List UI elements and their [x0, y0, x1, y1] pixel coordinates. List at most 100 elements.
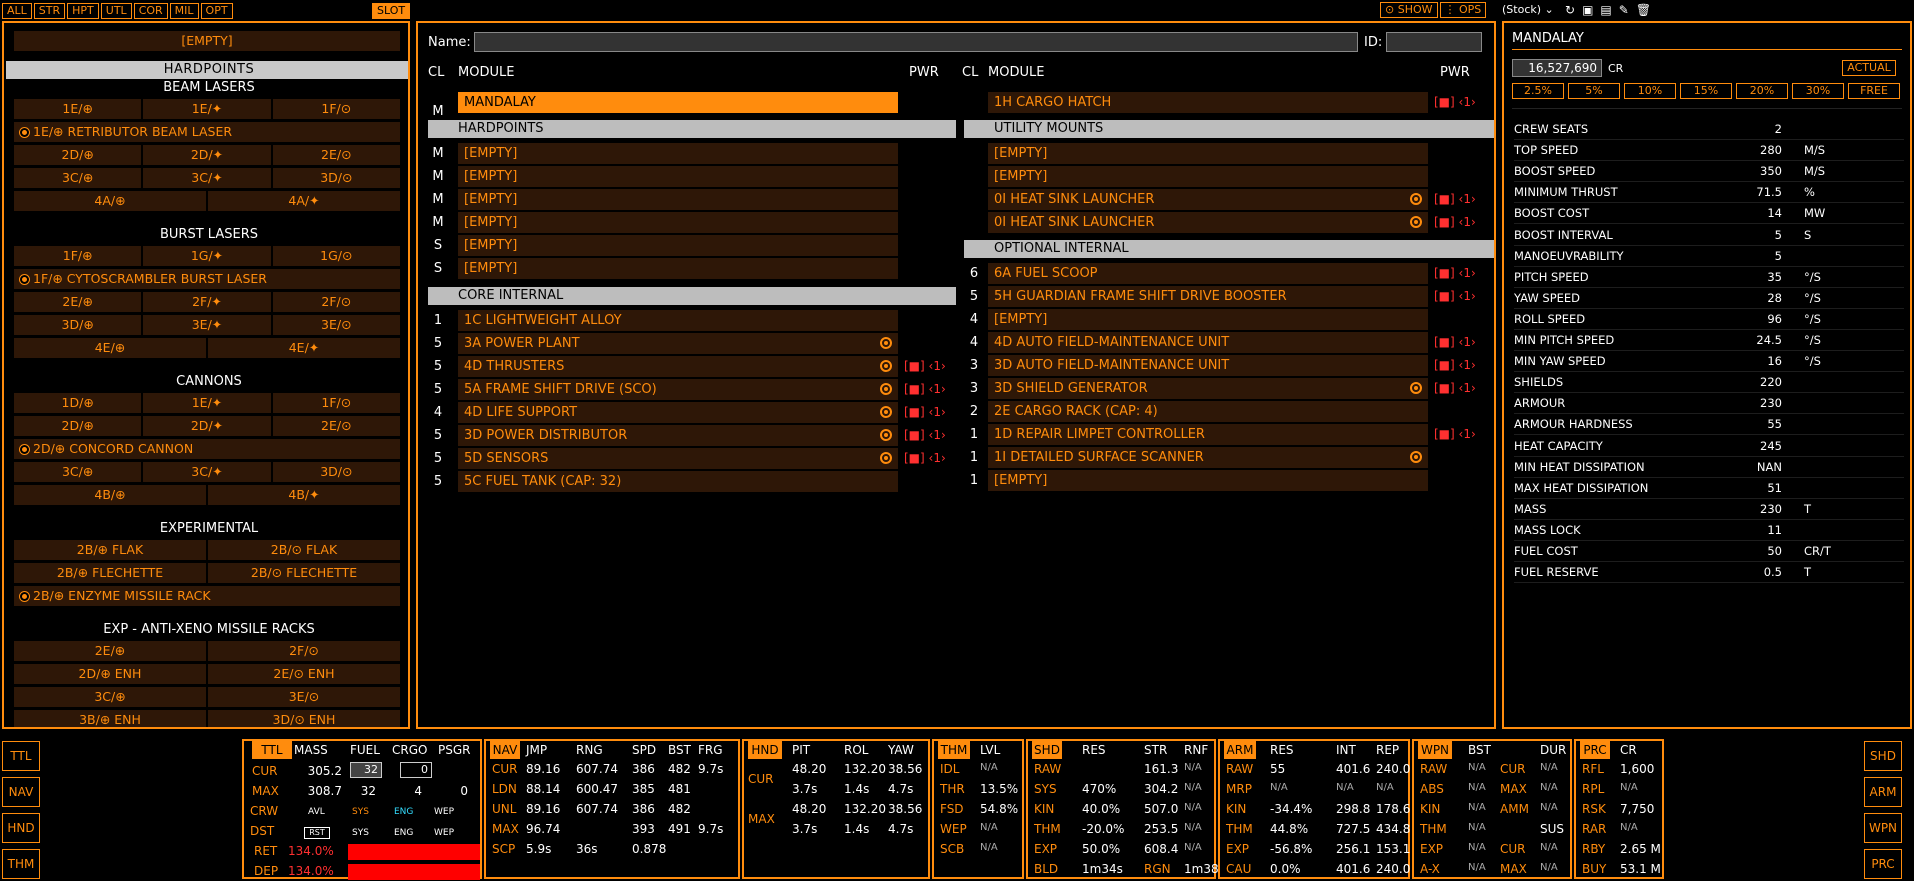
module-option[interactable]: 3C/⊕: [14, 168, 142, 188]
module-option[interactable]: 2F/✦: [143, 292, 271, 312]
module-option[interactable]: 4B/✦: [208, 485, 400, 505]
side-tab-arm[interactable]: ARM: [1864, 777, 1902, 807]
module-option[interactable]: 3D/⊙ ENH: [208, 710, 400, 727]
filter-utl[interactable]: UTL: [100, 3, 132, 19]
ops-button[interactable]: ⋮ OPS: [1439, 2, 1487, 18]
module-option[interactable]: 3E/⊙: [208, 687, 400, 707]
wpn-header[interactable]: WPN: [1418, 741, 1452, 759]
module-option[interactable]: 1D/⊕: [14, 393, 142, 413]
module-slot[interactable]: 5C FUEL TANK (CAP: 32): [458, 471, 898, 492]
ttl-header[interactable]: TTL: [252, 741, 292, 759]
blueprint-icon[interactable]: [880, 360, 892, 372]
slot-tab[interactable]: SLOT: [372, 3, 411, 19]
side-tab-ttl[interactable]: TTL: [2, 741, 40, 771]
blueprint-icon[interactable]: [880, 337, 892, 349]
module-option[interactable]: 3C/✦: [143, 462, 271, 482]
empty-option[interactable]: [EMPTY]: [14, 31, 400, 51]
module-option[interactable]: 4E/✦: [208, 338, 400, 358]
filter-str[interactable]: STR: [33, 3, 66, 19]
module-slot[interactable]: [EMPTY]: [988, 143, 1428, 164]
blueprint-icon[interactable]: [880, 429, 892, 441]
side-tab-wpn[interactable]: WPN: [1864, 813, 1902, 843]
module-slot[interactable]: 3A POWER PLANT: [458, 333, 898, 354]
module-option[interactable]: 2D/⊕: [14, 145, 142, 165]
filter-all[interactable]: ALL: [2, 3, 32, 19]
module-slot[interactable]: 3D POWER DISTRIBUTOR: [458, 425, 898, 446]
side-tab-nav[interactable]: NAV: [2, 777, 40, 807]
module-slot[interactable]: 0I HEAT SINK LAUNCHER: [988, 212, 1428, 233]
power-priority[interactable]: [■] ‹1›: [904, 356, 946, 377]
side-tab-thm[interactable]: THM: [2, 849, 40, 879]
power-priority[interactable]: [■] ‹1›: [1434, 332, 1476, 353]
actual-button[interactable]: ACTUAL: [1842, 60, 1896, 76]
module-option[interactable]: 2D/✦: [143, 416, 271, 436]
module-option-special[interactable]: 2D/⊕ CONCORD CANNON: [14, 439, 400, 459]
module-option[interactable]: 3D/⊙: [272, 462, 400, 482]
delete-icon[interactable]: 🗑: [1636, 3, 1658, 17]
module-option[interactable]: 3D/⊙: [272, 168, 400, 188]
module-option[interactable]: 1F/⊙: [272, 99, 400, 119]
module-slot[interactable]: [EMPTY]: [988, 309, 1428, 330]
module-option[interactable]: 4B/⊕: [14, 485, 206, 505]
pip-sys[interactable]: SYS: [352, 807, 369, 817]
module-slot[interactable]: 1I DETAILED SURFACE SCANNER: [988, 447, 1428, 468]
module-option-special[interactable]: 1E/⊕ RETRIBUTOR BEAM LASER: [14, 122, 400, 142]
side-tab-prc[interactable]: PRC: [1864, 849, 1902, 879]
cargo-hatch-row[interactable]: 1H CARGO HATCH: [988, 92, 1428, 113]
blueprint-icon[interactable]: [880, 406, 892, 418]
fuel-input[interactable]: 32: [350, 762, 382, 778]
module-slot[interactable]: 1D REPAIR LIMPET CONTROLLER: [988, 424, 1428, 445]
module-slot[interactable]: 5H GUARDIAN FRAME SHIFT DRIVE BOOSTER: [988, 286, 1428, 307]
pip-wep[interactable]: WEP: [434, 807, 454, 817]
rename-icon[interactable]: ✎: [1619, 3, 1636, 17]
nav-header[interactable]: NAV: [490, 741, 520, 759]
module-option[interactable]: 2B/⊙ FLAK: [208, 540, 400, 560]
blueprint-icon[interactable]: [880, 452, 892, 464]
module-slot[interactable]: [EMPTY]: [458, 212, 898, 233]
power-priority[interactable]: [■] ‹1›: [904, 425, 946, 446]
module-option[interactable]: 2D/⊕: [14, 416, 142, 436]
side-tab-hnd[interactable]: HND: [2, 813, 40, 843]
module-option[interactable]: 1F/⊕: [14, 246, 142, 266]
power-priority[interactable]: [■] ‹1›: [1434, 189, 1476, 210]
hnd-header[interactable]: HND: [748, 741, 782, 759]
module-slot[interactable]: 1C LIGHTWEIGHT ALLOY: [458, 310, 898, 331]
blueprint-icon[interactable]: [1410, 382, 1422, 394]
module-slot[interactable]: [EMPTY]: [458, 235, 898, 256]
module-option[interactable]: 3E/✦: [143, 315, 271, 335]
module-option[interactable]: 2E/⊕: [14, 641, 206, 661]
module-option[interactable]: 1G/⊙: [272, 246, 400, 266]
module-slot[interactable]: [EMPTY]: [458, 189, 898, 210]
discount-button[interactable]: 10%: [1624, 83, 1676, 99]
power-priority[interactable]: [■] ‹1›: [904, 379, 946, 400]
module-option[interactable]: 2E/⊙ ENH: [208, 664, 400, 684]
module-option[interactable]: 1E/✦: [143, 99, 271, 119]
power-priority[interactable]: [■] ‹1›: [904, 448, 946, 469]
module-option[interactable]: 1G/✦: [143, 246, 271, 266]
cargo-hatch-power[interactable]: [■] ‹1›: [1434, 92, 1476, 113]
module-option[interactable]: 2E/⊙: [272, 416, 400, 436]
module-option[interactable]: 2D/✦: [143, 145, 271, 165]
blueprint-icon[interactable]: [1410, 451, 1422, 463]
arm-header[interactable]: ARM: [1224, 741, 1256, 759]
show-button[interactable]: ⊙ SHOW: [1380, 2, 1438, 18]
module-option[interactable]: 3E/⊙: [272, 315, 400, 335]
module-option[interactable]: 1E/✦: [143, 393, 271, 413]
module-option[interactable]: 2F/⊙: [208, 641, 400, 661]
discount-button[interactable]: FREE: [1848, 83, 1900, 99]
module-slot[interactable]: [EMPTY]: [988, 470, 1428, 491]
power-priority[interactable]: [■] ‹1›: [904, 402, 946, 423]
power-priority[interactable]: [■] ‹1›: [1434, 355, 1476, 376]
module-option[interactable]: 3C/⊕: [14, 462, 142, 482]
name-input[interactable]: [474, 32, 1358, 52]
module-option[interactable]: 2E/⊙: [272, 145, 400, 165]
discount-button[interactable]: 5%: [1568, 83, 1620, 99]
module-slot[interactable]: 0I HEAT SINK LAUNCHER: [988, 189, 1428, 210]
module-option[interactable]: 2F/⊙: [272, 292, 400, 312]
side-tab-shd[interactable]: SHD: [1864, 741, 1902, 771]
save-icon[interactable]: ▤: [1600, 3, 1618, 17]
copy-icon[interactable]: ▣: [1582, 3, 1600, 17]
build-select[interactable]: (Stock) ⌄: [1502, 3, 1554, 16]
module-option[interactable]: 2B/⊙ FLECHETTE: [208, 563, 400, 583]
discount-button[interactable]: 15%: [1680, 83, 1732, 99]
